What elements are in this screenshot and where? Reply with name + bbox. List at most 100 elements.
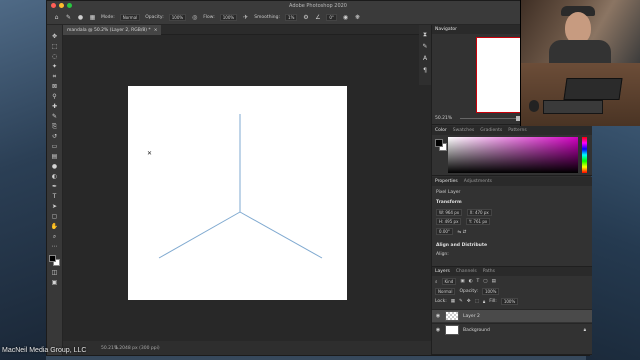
lasso-tool-icon[interactable]: ◌ <box>50 53 60 61</box>
tab-swatches[interactable]: Swatches <box>453 128 475 133</box>
layer-row[interactable]: ◉ Background 🔒︎ <box>432 323 592 336</box>
lock-icon: 🔒︎ <box>583 328 586 333</box>
dodge-tool-icon[interactable]: ◐ <box>50 173 60 181</box>
symmetry-icon[interactable]: ❋ <box>354 14 361 21</box>
blur-tool-icon[interactable]: ● <box>50 163 60 171</box>
tab-navigator[interactable]: Navigator <box>435 27 457 32</box>
flip-horizontal-icon[interactable]: ⇋ <box>457 230 461 235</box>
layer-type-label: Pixel Layer <box>436 190 461 195</box>
pressure-opacity-icon[interactable]: ◎ <box>191 14 198 21</box>
foreground-color-swatch[interactable] <box>48 255 56 262</box>
tab-color[interactable]: Color <box>435 128 447 133</box>
healing-tool-icon[interactable]: ✚ <box>50 103 60 111</box>
type-tool-icon[interactable]: T <box>50 193 60 201</box>
tab-properties[interactable]: Properties <box>435 179 458 184</box>
transform-section-label[interactable]: Transform <box>436 200 462 205</box>
filter-pixel-icon[interactable]: ▣ <box>460 279 464 284</box>
tab-layers[interactable]: Layers <box>435 269 450 274</box>
canvas-area[interactable]: ✕ <box>63 35 431 341</box>
marquee-tool-icon[interactable]: ⬚ <box>50 43 60 51</box>
navigator-zoom[interactable]: 50.21% <box>435 116 452 121</box>
tab-adjustments[interactable]: Adjustments <box>464 179 492 184</box>
quick-mask-icon[interactable]: ◫ <box>50 269 60 277</box>
x-field[interactable]: X: 470 px <box>466 209 492 216</box>
lock-transparent-icon[interactable]: ▦ <box>451 299 455 304</box>
flow-field[interactable]: 100% <box>219 13 238 21</box>
gradient-tool-icon[interactable]: ▤ <box>50 153 60 161</box>
layer-row[interactable]: ◉ Layer 2 <box>432 309 592 322</box>
filter-type-icon[interactable]: T <box>477 279 480 284</box>
brush-preset-icon[interactable]: ● <box>77 14 84 21</box>
mode-label: Mode: <box>101 14 115 20</box>
pressure-size-icon[interactable]: ◉ <box>342 14 349 21</box>
history-panel-icon[interactable]: ⧗ <box>420 31 430 39</box>
lock-artboard-icon[interactable]: ⬚ <box>475 299 479 304</box>
lock-all-icon[interactable]: 🔒︎ <box>483 299 485 305</box>
opacity-field[interactable]: 100% <box>168 13 187 21</box>
mode-select[interactable]: Normal <box>119 13 141 21</box>
filter-adjustment-icon[interactable]: ◐ <box>469 279 473 284</box>
smoothing-field[interactable]: 1% <box>285 13 298 21</box>
minimize-window-button[interactable] <box>59 3 64 8</box>
height-field[interactable]: H: 495 px <box>436 218 462 225</box>
layer-kind-filter[interactable]: Kind <box>441 278 457 285</box>
fill-field[interactable]: 100% <box>500 298 519 305</box>
brush-settings-icon[interactable]: ▦ <box>89 14 96 21</box>
quick-select-tool-icon[interactable]: ✦ <box>50 63 60 71</box>
angle-field[interactable]: 0.00° <box>436 228 453 235</box>
eye-icon[interactable]: ◉ <box>435 313 441 319</box>
foreground-background-colors[interactable] <box>48 255 61 267</box>
lock-pixels-icon[interactable]: ✎ <box>459 299 463 304</box>
brush-angle-field[interactable]: 0° <box>326 13 337 21</box>
filter-shape-icon[interactable]: ▢ <box>483 279 487 284</box>
tab-gradients[interactable]: Gradients <box>480 128 502 133</box>
layer-opacity-field[interactable]: 100% <box>481 288 500 295</box>
eraser-tool-icon[interactable]: ▭ <box>50 143 60 151</box>
paragraph-panel-icon[interactable]: ¶ <box>420 67 430 75</box>
screen-mode-icon[interactable]: ▣ <box>50 279 60 287</box>
zoom-tool-icon[interactable]: ⌕ <box>50 233 60 241</box>
brush-tool-icon[interactable]: ✎ <box>50 113 60 121</box>
layer-opacity-label: Opacity: <box>459 289 478 294</box>
more-tools-icon[interactable]: ⋯ <box>50 243 60 251</box>
stamp-tool-icon[interactable]: ⎘ <box>50 123 60 131</box>
close-window-button[interactable] <box>51 3 56 8</box>
home-icon[interactable]: ⌂ <box>53 14 60 21</box>
status-doc-info: 1.2048 px (300 ppi) <box>115 345 160 351</box>
move-tool-icon[interactable]: ✥ <box>50 33 60 41</box>
document-canvas[interactable] <box>128 86 347 300</box>
path-select-tool-icon[interactable]: ➤ <box>50 203 60 211</box>
flip-vertical-icon[interactable]: ⇵ <box>463 230 467 235</box>
gear-icon[interactable]: ⚙ <box>302 14 309 21</box>
brush-settings-panel-icon[interactable]: ✎ <box>420 43 430 51</box>
lock-position-icon[interactable]: ✥ <box>467 299 471 304</box>
width-field[interactable]: W: 964 px <box>436 209 463 216</box>
tab-channels[interactable]: Channels <box>456 269 477 274</box>
y-field[interactable]: Y: 761 px <box>465 218 491 225</box>
shape-tool-icon[interactable]: ▢ <box>50 213 60 221</box>
tab-paths[interactable]: Paths <box>483 269 495 274</box>
blend-mode-select[interactable]: Normal <box>435 288 456 295</box>
history-brush-tool-icon[interactable]: ↺ <box>50 133 60 141</box>
zoom-window-button[interactable] <box>67 3 72 8</box>
close-tab-icon[interactable]: × <box>154 28 158 33</box>
airbrush-icon[interactable]: ✈ <box>242 14 249 21</box>
hand-tool-icon[interactable]: ✋ <box>50 223 60 231</box>
hue-slider[interactable] <box>582 137 587 173</box>
eyedropper-tool-icon[interactable]: ⚲ <box>50 93 60 101</box>
tab-patterns[interactable]: Patterns <box>508 128 527 133</box>
angle-icon[interactable]: ∠ <box>314 14 321 21</box>
color-picker-field[interactable] <box>448 137 578 173</box>
crop-tool-icon[interactable]: ⌗ <box>50 73 60 81</box>
window-controls <box>51 3 72 8</box>
frame-tool-icon[interactable]: ⊠ <box>50 83 60 91</box>
pen-tool-icon[interactable]: ✒ <box>50 183 60 191</box>
color-panel-foreground-swatch[interactable] <box>435 139 443 147</box>
brush-tool-icon[interactable]: ✎ <box>65 14 72 21</box>
color-panel-swatches[interactable] <box>435 139 447 151</box>
document-tab[interactable]: mandala @ 50.2% (Layer 2, RGB/8) * × <box>63 25 162 35</box>
eye-icon[interactable]: ◉ <box>435 327 441 333</box>
align-section-label[interactable]: Align and Distribute <box>436 243 487 248</box>
character-panel-icon[interactable]: A <box>420 55 430 63</box>
filter-smart-object-icon[interactable]: ▤ <box>492 279 496 284</box>
